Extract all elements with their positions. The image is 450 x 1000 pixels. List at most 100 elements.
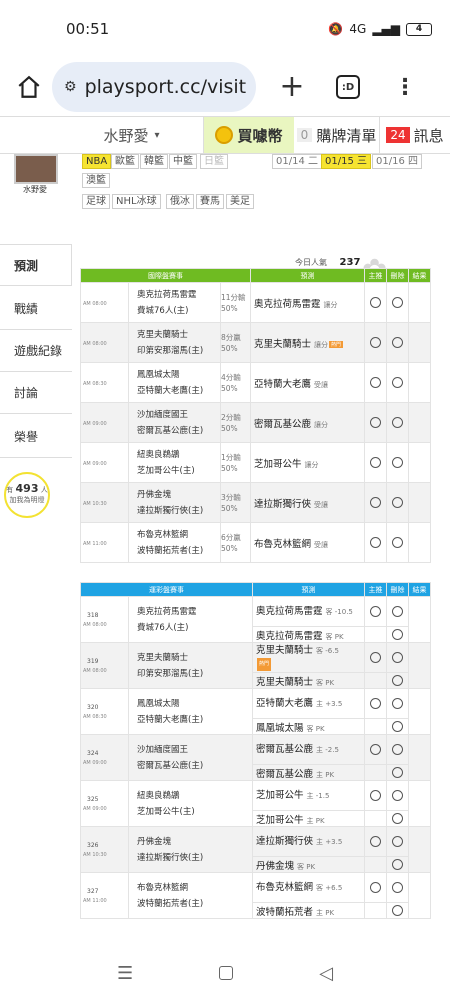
main-pick-radio[interactable]	[370, 297, 381, 308]
date-next[interactable]: 01/16 四	[372, 154, 422, 169]
league-euro-basketball[interactable]: 歐籃	[111, 154, 139, 169]
main-pick-radio[interactable]	[370, 836, 381, 847]
avatar[interactable]	[14, 154, 58, 184]
spread-prediction-cell[interactable]: 密爾瓦基公鹿 主 -2.5	[252, 734, 365, 765]
prediction-cell[interactable]: 芝加哥公牛 讓分	[250, 442, 365, 483]
delete-cell	[386, 718, 409, 735]
main-pick-radio[interactable]	[370, 497, 381, 508]
league-russia-hockey[interactable]: 俄冰	[166, 194, 194, 209]
battery-icon: 4	[406, 22, 432, 36]
messages-button[interactable]: 24 訊息	[380, 125, 450, 146]
main-pick-radio[interactable]	[370, 417, 381, 428]
spread-prediction-cell[interactable]: 亞特蘭大老鷹 主 +3.5	[252, 688, 365, 719]
pk-prediction-cell[interactable]: 芝加哥公牛 主 PK	[252, 810, 365, 827]
new-tab-button[interactable]: +	[274, 69, 310, 105]
nav-item-honor[interactable]: 榮譽	[0, 416, 72, 458]
delete-radio[interactable]	[392, 417, 403, 428]
spread-prediction-cell[interactable]: 布魯克林籃網 客 +6.5	[252, 872, 365, 903]
pk-prediction-cell[interactable]: 奧克拉荷馬雷霆 客 PK	[252, 626, 365, 643]
prediction-line: 主 PK	[306, 816, 325, 825]
date-current[interactable]: 01/15 三	[321, 154, 371, 169]
delete-radio[interactable]	[392, 790, 403, 801]
delete-radio[interactable]	[392, 813, 403, 824]
pk-prediction-cell[interactable]: 密爾瓦基公鹿 主 PK	[252, 764, 365, 781]
league-american-football[interactable]: 美足	[226, 194, 254, 209]
main-pick-radio[interactable]	[370, 652, 381, 663]
delete-radio[interactable]	[392, 698, 403, 709]
delete-radio[interactable]	[392, 652, 403, 663]
nav-item-game-log[interactable]: 遊戲紀錄	[0, 330, 72, 372]
prediction-cell[interactable]: 布魯克林籃網 受讓	[250, 522, 365, 563]
league-china-basketball[interactable]: 中籃	[169, 154, 197, 169]
game-number-cell: 318 AM 08:00	[80, 596, 129, 643]
prediction-cell[interactable]: 達拉斯獨行俠 受讓	[250, 482, 365, 523]
delete-radio[interactable]	[392, 905, 403, 916]
prediction-team: 達拉斯獨行俠	[256, 835, 314, 847]
url-bar[interactable]: ⚙ playsport.cc/visit	[52, 62, 256, 112]
home-button[interactable]	[6, 64, 52, 110]
pk-prediction-cell[interactable]: 丹佛金塊 客 PK	[252, 856, 365, 873]
main-pick-radio[interactable]	[370, 377, 381, 388]
delete-radio[interactable]	[392, 297, 403, 308]
main-pick-radio[interactable]	[370, 457, 381, 468]
spread-prediction-cell[interactable]: 奧克拉荷馬雷霆 客 -10.5	[252, 596, 365, 627]
league-nhl[interactable]: NHL冰球	[112, 194, 161, 209]
spread-prediction-cell[interactable]: 芝加哥公牛 主 -1.5	[252, 780, 365, 811]
delete-radio[interactable]	[392, 497, 403, 508]
league-australia-basketball[interactable]: 澳籃	[82, 173, 110, 188]
delete-cell	[386, 856, 409, 873]
delete-radio[interactable]	[392, 606, 403, 617]
main-pick-cell	[364, 764, 387, 781]
spread-prediction-cell[interactable]: 達拉斯獨行俠 主 +3.5	[252, 826, 365, 857]
nav-item-discussion[interactable]: 討論	[0, 372, 72, 414]
main-pick-radio[interactable]	[370, 537, 381, 548]
delete-radio[interactable]	[392, 675, 403, 686]
league-korea-basketball[interactable]: 韓籃	[140, 154, 168, 169]
league-nba[interactable]: NBA	[82, 154, 112, 169]
league-japan-basketball[interactable]: 日籃	[200, 154, 228, 169]
nav-item-predict[interactable]: 預測	[0, 244, 72, 286]
prediction-cell[interactable]: 密爾瓦基公鹿 讓分	[250, 402, 365, 443]
main-pick-radio[interactable]	[370, 790, 381, 801]
delete-radio[interactable]	[392, 537, 403, 548]
delete-radio[interactable]	[392, 859, 403, 870]
prediction-line: 客 PK	[316, 678, 335, 687]
main-pick-radio[interactable]	[370, 698, 381, 709]
prediction-cell[interactable]: 亞特蘭大老鷹 受讓	[250, 362, 365, 403]
user-dropdown[interactable]: 水野愛 ▾	[0, 117, 204, 153]
delete-radio[interactable]	[392, 629, 403, 640]
delete-radio[interactable]	[392, 767, 403, 778]
nav-item-record[interactable]: 戰績	[0, 288, 72, 330]
date-prev[interactable]: 01/14 二	[272, 154, 322, 169]
delete-radio[interactable]	[392, 744, 403, 755]
recent-apps-icon[interactable]: ☰	[117, 963, 133, 984]
delete-radio[interactable]	[392, 882, 403, 893]
delete-radio[interactable]	[392, 337, 403, 348]
cart-button[interactable]: 0 購牌清單	[294, 117, 380, 153]
main-pick-cell	[364, 856, 387, 873]
spread-prediction-cell[interactable]: 克里夫蘭騎士 客 -6.5 熱門	[252, 642, 365, 673]
pk-prediction-cell[interactable]: 鳳凰城太陽 客 PK	[252, 718, 365, 735]
more-menu-icon[interactable]: ⋮	[394, 75, 416, 100]
pk-prediction-cell[interactable]: 克里夫蘭騎士 客 PK	[252, 672, 365, 689]
delete-radio[interactable]	[392, 836, 403, 847]
pk-prediction-cell[interactable]: 波特蘭拓荒者 主 PK	[252, 902, 365, 919]
follow-bubble[interactable]: 有 493 人 加我為明燈	[4, 472, 50, 518]
home-nav-icon[interactable]	[219, 966, 234, 980]
prediction-cell[interactable]: 克里夫蘭騎士 讓分 熱門	[250, 322, 365, 363]
main-pick-radio[interactable]	[370, 337, 381, 348]
main-pick-radio[interactable]	[370, 606, 381, 617]
prediction-team: 布魯克林籃網	[254, 538, 312, 550]
main-pick-radio[interactable]	[370, 882, 381, 893]
delete-radio[interactable]	[392, 457, 403, 468]
delete-radio[interactable]	[392, 721, 403, 732]
prediction-cell[interactable]: 奧克拉荷馬雷霆 讓分	[250, 282, 365, 323]
main-pick-radio[interactable]	[370, 744, 381, 755]
buy-coins-button[interactable]: 買噱幣	[204, 117, 294, 153]
tab-switcher-button[interactable]: :D	[336, 75, 360, 99]
site-settings-icon[interactable]: ⚙	[64, 79, 77, 95]
league-horse-racing[interactable]: 賽馬	[196, 194, 224, 209]
delete-radio[interactable]	[392, 377, 403, 388]
league-soccer[interactable]: 足球	[82, 194, 110, 209]
back-icon[interactable]: ◁	[319, 963, 333, 984]
